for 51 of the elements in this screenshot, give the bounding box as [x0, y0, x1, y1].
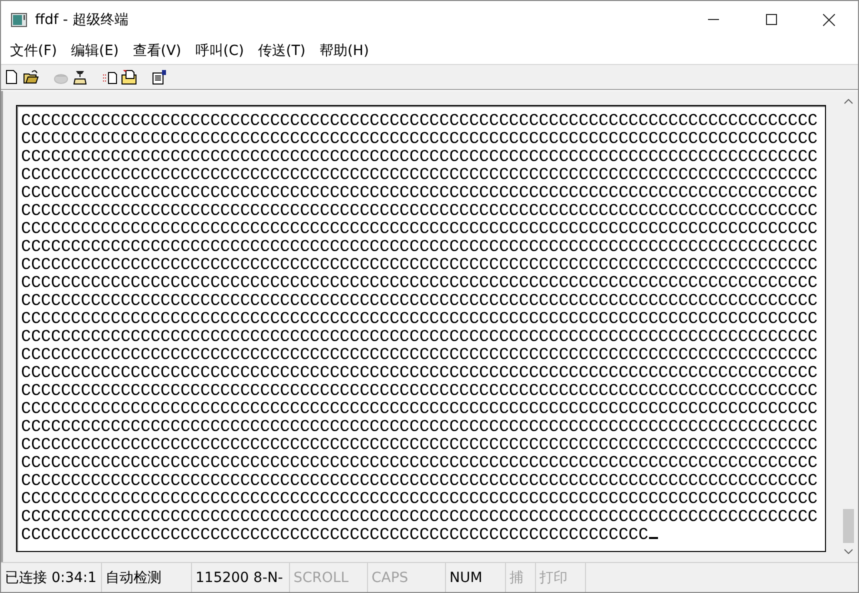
- menu-item[interactable]: 呼叫(C): [188, 42, 251, 60]
- terminal-line: CCCCCCCCCCCCCCCCCCCCCCCCCCCCCCCCCCCCCCCCCCCCCCCCCCCCCCCCCCCCCCCCCCCCCCCCCCCCCCCC: [21, 418, 818, 436]
- menu-item[interactable]: 文件(F): [3, 42, 64, 60]
- terminal-line: CCCCCCCCCCCCCCCCCCCCCCCCCCCCCCCCCCCCCCCCCCCCCCCCCCCCCCCCCCCCCCCCCCCCCCCCCCCCCCCC: [21, 508, 818, 526]
- receive-file-icon[interactable]: [121, 69, 137, 85]
- terminal-line: CCCCCCCCCCCCCCCCCCCCCCCCCCCCCCCCCCCCCCCCCCCCCCCCCCCCCCCCCCCCCCCCCCCCCCCCCCCCCCCC: [21, 454, 818, 472]
- window-title: ffdf - 超级终端: [35, 10, 128, 28]
- status-panel: 捕: [506, 563, 536, 592]
- terminal-line: CCCCCCCCCCCCCCCCCCCCCCCCCCCCCCCCCCCCCCCCCCCCCCCCCCCCCCCCCCCCCCCCCCCCCCCCCCCCCCCC: [21, 220, 818, 238]
- scrollbar-thumb[interactable]: [843, 509, 854, 543]
- terminal-line: CCCCCCCCCCCCCCCCCCCCCCCCCCCCCCCCCCCCCCCCCCCCCCCCCCCCCCCCCCCCCCC: [21, 526, 648, 544]
- terminal-line: CCCCCCCCCCCCCCCCCCCCCCCCCCCCCCCCCCCCCCCCCCCCCCCCCCCCCCCCCCCCCCCCCCCCCCCCCCCCCCCC: [21, 292, 818, 310]
- terminal-line: CCCCCCCCCCCCCCCCCCCCCCCCCCCCCCCCCCCCCCCCCCCCCCCCCCCCCCCCCCCCCCCCCCCCCCCCCCCCCCCC: [21, 184, 818, 202]
- terminal-line: CCCCCCCCCCCCCCCCCCCCCCCCCCCCCCCCCCCCCCCCCCCCCCCCCCCCCCCCCCCCCCCCCCCCCCCCCCCCCCCC: [21, 490, 818, 508]
- send-file-icon[interactable]: [102, 69, 118, 85]
- maximize-icon: [766, 14, 776, 25]
- scroll-down-icon[interactable]: [844, 549, 853, 554]
- terminal-line: CCCCCCCCCCCCCCCCCCCCCCCCCCCCCCCCCCCCCCCCCCCCCCCCCCCCCCCCCCCCCCCCCCCCCCCCCCCCCCCC: [21, 382, 818, 400]
- terminal-line: CCCCCCCCCCCCCCCCCCCCCCCCCCCCCCCCCCCCCCCCCCCCCCCCCCCCCCCCCCCCCCCCCCCCCCCCCCCCCCCC: [21, 310, 818, 328]
- terminal-line: CCCCCCCCCCCCCCCCCCCCCCCCCCCCCCCCCCCCCCCCCCCCCCCCCCCCCCCCCCCCCCCCCCCCCCCCCCCCCCCC: [21, 274, 818, 292]
- terminal-line: CCCCCCCCCCCCCCCCCCCCCCCCCCCCCCCCCCCCCCCCCCCCCCCCCCCCCCCCCCCCCCCCCCCCCCCCCCCCCCCC: [21, 130, 818, 148]
- terminal-line: CCCCCCCCCCCCCCCCCCCCCCCCCCCCCCCCCCCCCCCCCCCCCCCCCCCCCCCCCCCCCCCCCCCCCCCCCCCCCCCC: [21, 256, 818, 274]
- menu-item[interactable]: 编辑(E): [64, 42, 126, 60]
- terminal-line: CCCCCCCCCCCCCCCCCCCCCCCCCCCCCCCCCCCCCCCCCCCCCCCCCCCCCCCCCCCCCCCCCCCCCCCCCCCCCCCC: [21, 328, 818, 346]
- terminal-screen[interactable]: [16, 105, 826, 552]
- menu-item[interactable]: 帮助(H): [312, 42, 376, 60]
- terminal-line: CCCCCCCCCCCCCCCCCCCCCCCCCCCCCCCCCCCCCCCCCCCCCCCCCCCCCCCCCCCCCCCCCCCCCCCCCCCCCCCC: [21, 346, 818, 364]
- scroll-up-icon[interactable]: [844, 99, 853, 104]
- terminal-line: CCCCCCCCCCCCCCCCCCCCCCCCCCCCCCCCCCCCCCCCCCCCCCCCCCCCCCCCCCCCCCCCCCCCCCCCCCCCCCCC: [21, 364, 818, 382]
- app-icon: [11, 12, 27, 26]
- status-panel: 打印: [536, 563, 586, 592]
- terminal-line: CCCCCCCCCCCCCCCCCCCCCCCCCCCCCCCCCCCCCCCCCCCCCCCCCCCCCCCCCCCCCCCCCCCCCCCCCCCCCCCC: [21, 148, 818, 166]
- properties-icon[interactable]: [151, 69, 167, 85]
- menu-item[interactable]: 查看(V): [126, 42, 188, 60]
- terminal-line: CCCCCCCCCCCCCCCCCCCCCCCCCCCCCCCCCCCCCCCCCCCCCCCCCCCCCCCCCCCCCCCCCCCCCCCCCCCCCCCC: [21, 472, 818, 490]
- close-icon: [823, 14, 835, 26]
- status-panel: 自动检测: [102, 563, 192, 592]
- status-panel: SCROLL: [290, 563, 368, 592]
- new-file-icon[interactable]: [4, 69, 20, 85]
- menu-item[interactable]: 传送(T): [250, 42, 312, 60]
- terminal-line: CCCCCCCCCCCCCCCCCCCCCCCCCCCCCCCCCCCCCCCCCCCCCCCCCCCCCCCCCCCCCCCCCCCCCCCCCCCCCCCC: [21, 166, 818, 184]
- status-panel: NUM: [446, 563, 506, 592]
- terminal-line: CCCCCCCCCCCCCCCCCCCCCCCCCCCCCCCCCCCCCCCCCCCCCCCCCCCCCCCCCCCCCCCCCCCCCCCCCCCCCCCC: [21, 238, 818, 256]
- status-panel: CAPS: [368, 563, 446, 592]
- terminal-line: CCCCCCCCCCCCCCCCCCCCCCCCCCCCCCCCCCCCCCCCCCCCCCCCCCCCCCCCCCCCCCCCCCCCCCCCCCCCCCCC: [21, 436, 818, 454]
- terminal-line: CCCCCCCCCCCCCCCCCCCCCCCCCCCCCCCCCCCCCCCCCCCCCCCCCCCCCCCCCCCCCCCCCCCCCCCCCCCCCCCC: [21, 400, 818, 418]
- terminal-line: CCCCCCCCCCCCCCCCCCCCCCCCCCCCCCCCCCCCCCCCCCCCCCCCCCCCCCCCCCCCCCCCCCCCCCCCCCCCCCCC: [21, 112, 818, 130]
- open-folder-icon[interactable]: [23, 69, 39, 85]
- status-panel: 已连接 0:34:1: [1, 563, 102, 592]
- status-panel: 115200 8-N-: [192, 563, 290, 592]
- terminal-line: CCCCCCCCCCCCCCCCCCCCCCCCCCCCCCCCCCCCCCCCCCCCCCCCCCCCCCCCCCCCCCCCCCCCCCCCCCCCCCCC: [21, 202, 818, 220]
